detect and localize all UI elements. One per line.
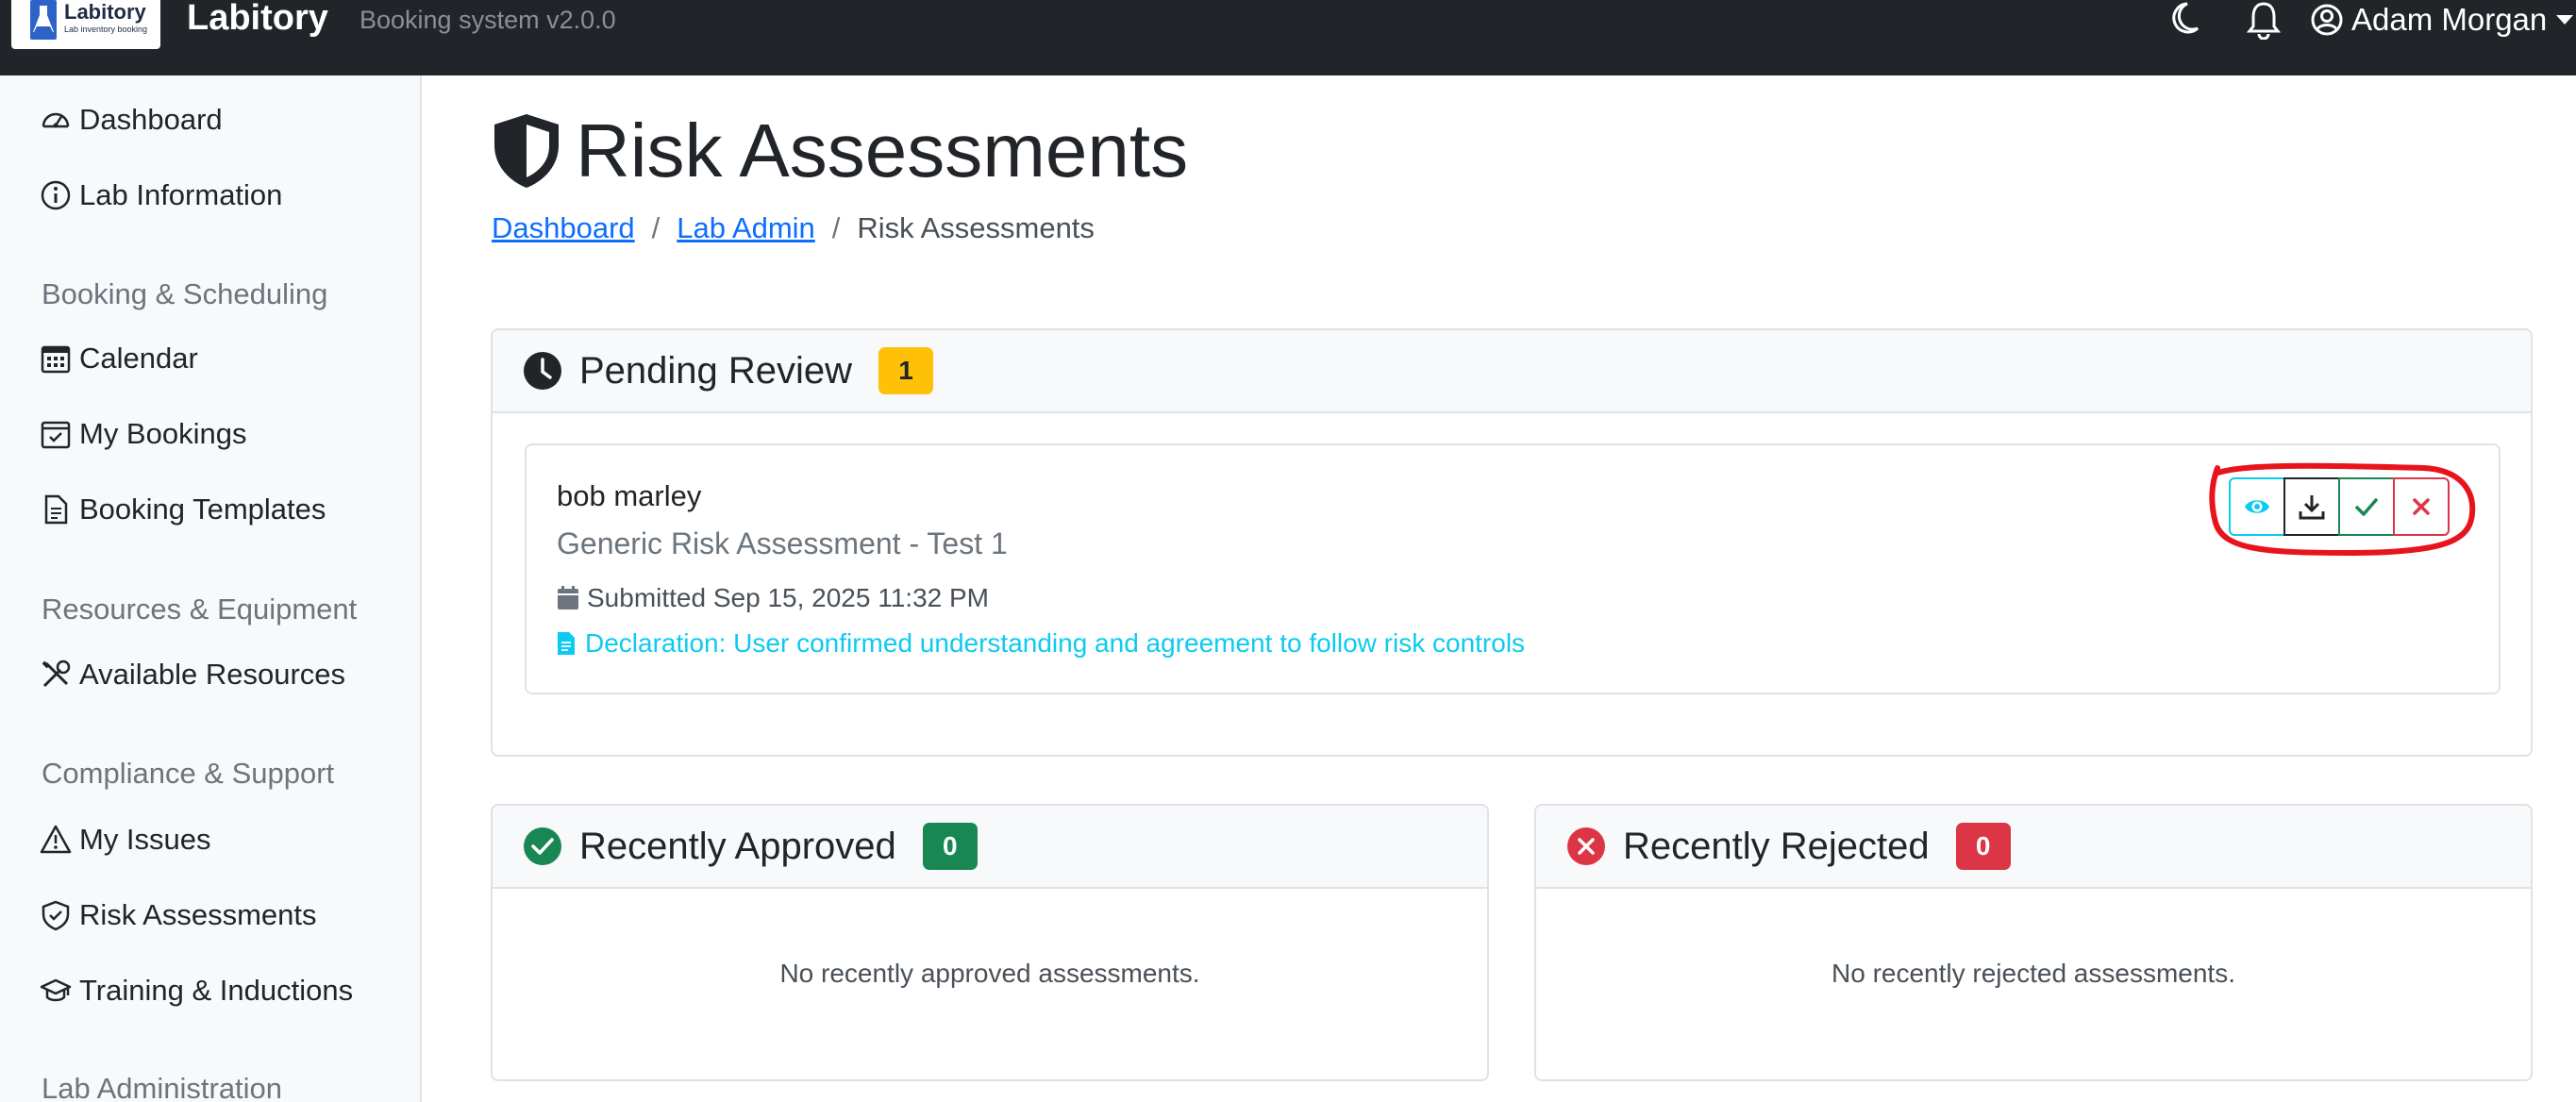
sidebar-item-label: Booking Templates xyxy=(79,493,326,526)
check-circle-icon xyxy=(524,827,561,865)
sidebar-item-risk-assessments[interactable]: Risk Assessments xyxy=(40,892,317,939)
calendar-icon xyxy=(558,586,578,609)
sidebar-item-label: Available Resources xyxy=(79,658,346,691)
x-icon xyxy=(2413,498,2430,515)
sidebar-heading-booking: Booking & Scheduling xyxy=(42,277,328,310)
user-name: Adam Morgan xyxy=(2351,2,2548,37)
logo-subtitle: Lab inventory booking xyxy=(64,25,148,34)
sidebar-item-training-inductions[interactable]: Training & Inductions xyxy=(40,967,353,1014)
download-icon xyxy=(2299,495,2325,520)
recently-rejected-header: Recently Rejected 0 xyxy=(1536,806,2531,889)
breadcrumb-separator: / xyxy=(651,211,661,244)
bell-icon[interactable] xyxy=(2246,0,2282,41)
rejected-empty-message: No recently rejected assessments. xyxy=(1832,959,2235,988)
assessment-action-buttons xyxy=(2229,477,2450,536)
file-text-icon xyxy=(44,494,68,525)
logo-title: Labitory xyxy=(64,0,146,24)
brand-version: Booking system v2.0.0 xyxy=(360,6,616,34)
chevron-down-icon xyxy=(2556,15,2574,25)
calendar-icon xyxy=(41,345,71,374)
submitter-name: bob marley xyxy=(557,479,702,512)
calendar-check-icon xyxy=(41,421,71,449)
file-text-icon xyxy=(558,632,575,655)
sidebar-item-label: Calendar xyxy=(79,342,198,375)
check-icon xyxy=(2355,498,2378,516)
pending-count-badge: 1 xyxy=(878,347,934,394)
brand-name[interactable]: Labitory xyxy=(187,0,328,39)
assessment-title: Generic Risk Assessment - Test 1 xyxy=(557,526,1008,560)
pending-review-card: Pending Review 1 bob marley Generic Risk… xyxy=(491,328,2533,757)
approved-empty-message: No recently approved assessments. xyxy=(779,959,1200,988)
recently-rejected-title: Recently Rejected xyxy=(1623,825,1930,867)
sidebar-item-dashboard[interactable]: Dashboard xyxy=(40,96,223,143)
speedometer-icon xyxy=(42,112,70,128)
download-button[interactable] xyxy=(2283,477,2340,536)
shield-check-icon xyxy=(42,900,70,931)
breadcrumb-separator: / xyxy=(831,211,841,244)
breadcrumb: Dashboard / Lab Admin / Risk Assessments xyxy=(492,211,1095,245)
sidebar-item-my-issues[interactable]: My Issues xyxy=(40,816,211,863)
breadcrumb-lab-admin-link[interactable]: Lab Admin xyxy=(677,211,815,245)
submitted-date: Submitted Sep 15, 2025 11:32 PM xyxy=(557,583,989,613)
pending-assessment-item: bob marley Generic Risk Assessment - Tes… xyxy=(525,443,2501,694)
recently-approved-card: Recently Approved 0 No recently approved… xyxy=(491,804,1489,1081)
sidebar-item-booking-templates[interactable]: Booking Templates xyxy=(40,486,326,533)
view-button[interactable] xyxy=(2229,477,2285,536)
flask-icon xyxy=(30,0,57,40)
sidebar-item-label: Training & Inductions xyxy=(79,974,354,1007)
approved-count-badge: 0 xyxy=(922,823,978,870)
reject-button[interactable] xyxy=(2393,477,2450,536)
warning-triangle-icon xyxy=(40,825,72,854)
pending-review-header: Pending Review 1 xyxy=(493,330,2531,413)
declaration-note: Declaration: User confirmed understandin… xyxy=(557,628,1525,659)
sidebar-heading-compliance: Compliance & Support xyxy=(42,757,335,790)
sidebar-item-label: My Issues xyxy=(79,823,211,856)
shield-icon xyxy=(494,114,559,188)
sidebar-item-my-bookings[interactable]: My Bookings xyxy=(40,410,246,458)
recently-approved-title: Recently Approved xyxy=(579,825,896,867)
sidebar-item-lab-information[interactable]: Lab Information xyxy=(40,172,282,219)
sidebar-item-label: Risk Assessments xyxy=(79,898,317,931)
mortarboard-icon xyxy=(40,978,72,1002)
sidebar-item-label: Dashboard xyxy=(79,103,223,136)
breadcrumb-dashboard-link[interactable]: Dashboard xyxy=(492,211,635,245)
clock-icon xyxy=(524,352,561,390)
submitted-date-text: Submitted Sep 15, 2025 11:32 PM xyxy=(587,583,989,612)
sidebar-item-label: Lab Information xyxy=(79,178,283,211)
x-circle-icon xyxy=(1567,827,1605,865)
moon-icon[interactable] xyxy=(2168,0,2200,38)
breadcrumb-current: Risk Assessments xyxy=(857,211,1095,244)
approve-button[interactable] xyxy=(2338,477,2395,536)
recently-approved-header: Recently Approved 0 xyxy=(493,806,1487,889)
rejected-count-badge: 0 xyxy=(1955,823,2011,870)
page-title: Risk Assessments xyxy=(491,108,1188,194)
recently-rejected-card: Recently Rejected 0 No recently rejected… xyxy=(1534,804,2533,1081)
tools-icon xyxy=(42,660,71,688)
sidebar-heading-lab-admin: Lab Administration xyxy=(42,1072,283,1102)
info-circle-icon xyxy=(41,180,71,210)
pending-review-title: Pending Review xyxy=(579,349,853,392)
sidebar: Dashboard Lab Information Booking & Sche… xyxy=(0,75,422,1102)
page-title-text: Risk Assessments xyxy=(576,109,1189,192)
declaration-text: Declaration: User confirmed understandin… xyxy=(585,628,1526,658)
sidebar-item-label: My Bookings xyxy=(79,417,247,450)
sidebar-item-available-resources[interactable]: Available Resources xyxy=(40,651,345,698)
top-navbar: Labitory Lab inventory booking Labitory … xyxy=(0,0,2576,75)
user-menu[interactable]: Adam Morgan xyxy=(2310,0,2574,40)
app-logo[interactable]: Labitory Lab inventory booking xyxy=(11,0,160,49)
sidebar-item-calendar[interactable]: Calendar xyxy=(40,335,198,382)
user-circle-icon xyxy=(2311,4,2343,36)
eye-icon xyxy=(2245,500,2269,513)
sidebar-heading-resources: Resources & Equipment xyxy=(42,593,358,626)
